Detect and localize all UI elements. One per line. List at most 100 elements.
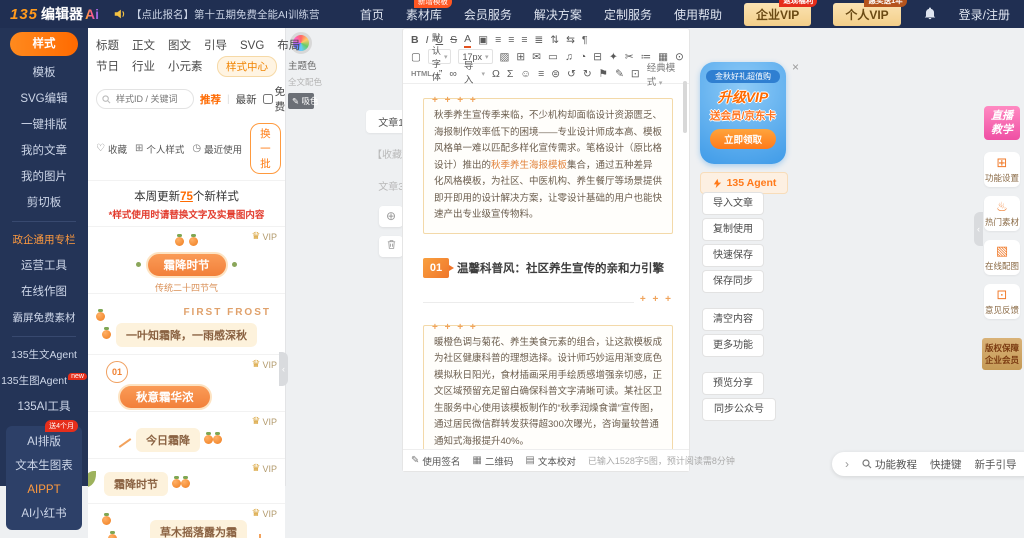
tab-guide[interactable]: 引导	[204, 36, 227, 57]
redo-icon[interactable]: ↻	[583, 67, 592, 81]
refresh-batch-button[interactable]: 换一批	[250, 123, 281, 174]
tab-layout[interactable]: 布局	[277, 36, 300, 57]
tab-festival[interactable]: 节日	[96, 57, 119, 78]
sidebar-item-one-click-layout[interactable]: 一键排版	[0, 112, 88, 138]
copy-use-button[interactable]: 复制使用	[702, 218, 764, 241]
tab-small-elements[interactable]: 小元素	[168, 57, 203, 78]
font-family-select[interactable]: 默认字体▾	[428, 49, 452, 64]
theme-color-label[interactable]: 主题色	[288, 58, 314, 72]
sidebar-item-gov-column[interactable]: 政企通用专栏	[0, 227, 88, 253]
vip-promo-badge[interactable]: 金秋好礼超值购 升级VIP 送会员/京东卡 立即领取	[700, 62, 786, 164]
strikethrough-icon[interactable]: S	[450, 33, 457, 47]
bell-icon[interactable]	[923, 7, 937, 21]
align-left-icon[interactable]: ≡	[495, 33, 501, 47]
app-logo[interactable]: 135 编辑器 Ai	[10, 4, 99, 24]
insert-chart-icon[interactable]: ◔	[580, 50, 586, 64]
tab-image-text[interactable]: 图文	[168, 36, 191, 57]
free-checkbox[interactable]	[263, 94, 273, 104]
filter-recommend[interactable]: 推荐	[200, 92, 221, 107]
tab-title[interactable]: 标题	[96, 36, 119, 57]
styles-panel-collapse-handle[interactable]: ‹	[279, 352, 288, 386]
sync-wechat-button[interactable]: 同步公众号	[702, 398, 776, 421]
template-link[interactable]: 秋季养生海报模板	[491, 160, 567, 171]
sidebar-item-ai-tools[interactable]: 135AI工具	[0, 394, 88, 420]
import-article-button[interactable]: 导入文章	[702, 192, 764, 215]
quick-save-button[interactable]: 快速保存	[702, 244, 764, 267]
nav-custom-service[interactable]: 定制服务	[604, 6, 652, 23]
style-card[interactable]: FIRST FROST 一叶知霜降，一雨感深秋	[88, 293, 285, 354]
align-center-icon[interactable]: ≡	[508, 33, 514, 47]
live-teaching-badge[interactable]: 直播教学	[984, 106, 1020, 140]
qr-code-button[interactable]: ▦二维码	[472, 454, 513, 468]
sidebar-item-ai-layout[interactable]: AI排版	[6, 430, 82, 454]
style-search-input[interactable]	[114, 93, 188, 105]
rail-online-images[interactable]: ▧ 在线配图	[984, 240, 1020, 275]
style-center-button[interactable]: 样式中心	[217, 56, 277, 77]
feature-tutorial-button[interactable]: 功能教程	[862, 457, 917, 472]
flag-icon[interactable]: ⚑	[599, 67, 608, 81]
sidebar-item-ai-xiaohongshu[interactable]: AI小红书	[6, 502, 82, 526]
filter-newest[interactable]: 最新	[236, 92, 257, 107]
menu-list-icon[interactable]: ≡	[538, 67, 544, 81]
sidebar-item-image-agent[interactable]: 135生图Agentnew	[0, 368, 88, 394]
personal-styles-button[interactable]: ⊞个人样式	[135, 142, 184, 156]
recent-used-button[interactable]: ◷最近使用	[192, 142, 242, 156]
sidebar-item-my-images[interactable]: 我的图片	[0, 164, 88, 190]
sidebar-item-ops-tools[interactable]: 运营工具	[0, 253, 88, 279]
align-right-icon[interactable]: ≡	[521, 33, 527, 47]
right-rail-collapse-handle[interactable]: ‹	[974, 212, 983, 246]
sidebar-item-svg-edit[interactable]: SVG编辑	[0, 86, 88, 112]
sidebar-item-text-to-chart[interactable]: 文本生图表	[6, 454, 82, 478]
insert-table-icon[interactable]: ⊞	[516, 50, 525, 64]
enterprise-vip-button[interactable]: 返现福利 企业VIP	[744, 3, 811, 26]
insert-image-icon[interactable]: ▨	[500, 50, 510, 64]
nav-help[interactable]: 使用帮助	[674, 6, 722, 23]
promo-claim-button[interactable]: 立即领取	[710, 129, 776, 149]
tab-svg[interactable]: SVG	[240, 36, 264, 57]
more-features-button[interactable]: 更多功能	[702, 334, 764, 357]
italic-icon[interactable]: I	[426, 33, 429, 47]
paragraph-icon[interactable]: ¶	[582, 33, 588, 47]
sigma-icon[interactable]: Σ	[507, 67, 514, 81]
sidebar-item-text-agent[interactable]: 135生文Agent	[0, 342, 88, 368]
font-color-icon[interactable]: A	[464, 32, 471, 48]
clear-content-button[interactable]: 清空内容	[702, 308, 764, 331]
sidebar-item-free-materials[interactable]: 霸屏免费素材	[0, 305, 88, 331]
preview-share-button[interactable]: 预览分享	[702, 372, 764, 395]
nav-materials[interactable]: 新增模板 素材库	[406, 6, 442, 23]
announcement-link[interactable]: 【点此报名】第十五期免费全能AI训练营	[113, 7, 319, 22]
insert-video-icon[interactable]: ▭	[548, 50, 558, 64]
promo-close-icon[interactable]: ×	[792, 60, 799, 74]
collapse-chevron-icon[interactable]: ›	[845, 457, 849, 471]
style-card[interactable]: ♛VIP 霜降时节 传统二十四节气	[88, 226, 285, 293]
nav-membership[interactable]: 会员服务	[464, 6, 512, 23]
style-card[interactable]: ♛VIP 01 秋意霜华浓	[88, 354, 285, 411]
style-card[interactable]: ♛VIP 今日霜降	[88, 411, 285, 458]
insert-letter-icon[interactable]: ✉	[532, 50, 541, 64]
sidebar-item-templates[interactable]: 模板	[0, 60, 88, 86]
sidebar-item-aippt[interactable]: AIPPT	[6, 478, 82, 502]
nav-solutions[interactable]: 解决方案	[534, 6, 582, 23]
nav-home[interactable]: 首页	[360, 6, 384, 23]
link-icon[interactable]: ∞	[449, 67, 457, 81]
rail-hot-materials[interactable]: ♨ 热门素材	[984, 196, 1020, 231]
blockquote-icon[interactable]: ”	[439, 67, 443, 81]
new-doc-icon[interactable]: ▢	[411, 50, 421, 64]
circle-eq-icon[interactable]: ⊜	[551, 67, 560, 81]
sign-pen-icon[interactable]: ✎	[615, 67, 624, 81]
beginner-guide-button[interactable]: 新手引导	[975, 457, 1017, 472]
sidebar-item-clipboard[interactable]: 剪切板	[0, 190, 88, 216]
tab-industry[interactable]: 行业	[132, 57, 155, 78]
style-card[interactable]: ♛VIP 草木摇落露为霜	[88, 503, 285, 538]
bg-color-icon[interactable]: ▣	[478, 33, 488, 47]
full-color-label[interactable]: 全文配色	[288, 76, 314, 88]
line-height-icon[interactable]: ⇅	[550, 33, 559, 47]
delete-document-button[interactable]	[379, 236, 403, 257]
save-sync-button[interactable]: 保存同步	[702, 270, 764, 293]
agent-button[interactable]: 135 Agent	[700, 172, 788, 194]
undo-icon[interactable]: ↺	[567, 67, 576, 81]
bold-icon[interactable]: B	[411, 33, 419, 47]
sidebar-item-my-articles[interactable]: 我的文章	[0, 138, 88, 164]
sidebar-item-online-drawing[interactable]: 在线作图	[0, 279, 88, 305]
omega-icon[interactable]: Ω	[492, 67, 500, 81]
